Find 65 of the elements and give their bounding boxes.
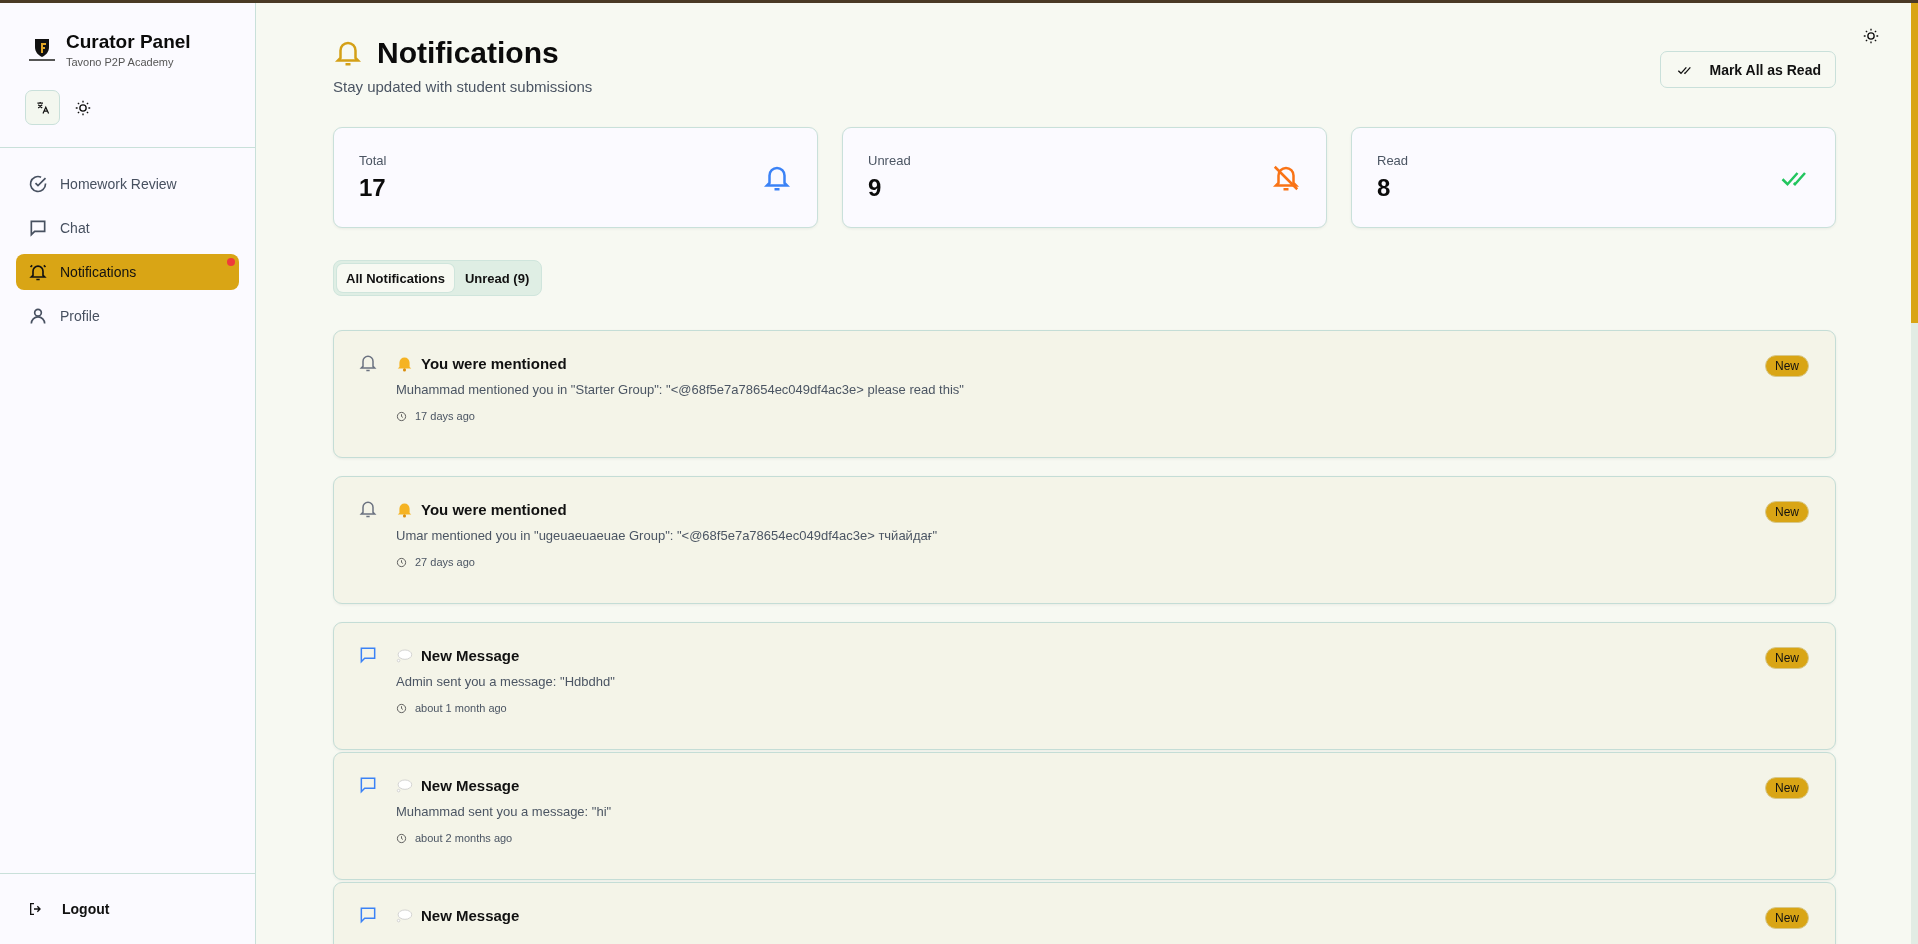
check-circle-icon xyxy=(28,174,48,194)
scrollbar-thumb[interactable] xyxy=(1911,3,1918,323)
chat-icon xyxy=(358,645,378,665)
clock-icon xyxy=(396,832,407,844)
page-title: Notifications xyxy=(377,36,559,70)
notification-title: You were mentioned xyxy=(421,355,567,372)
page-subtitle: Stay updated with student submissions xyxy=(333,78,593,95)
clock-icon xyxy=(396,702,407,714)
bell-icon xyxy=(358,499,378,519)
notification-title: New Message xyxy=(421,647,520,664)
notification-card[interactable]: New Message Admin sent you a message: "Hdbdhd" about 1 month ago New xyxy=(333,622,1836,750)
notification-card[interactable]: New Message Muhammad sent you a message: "hi" about 2 months ago New xyxy=(333,752,1836,880)
thought-bubble-icon xyxy=(396,647,413,664)
chat-icon xyxy=(358,775,378,795)
filter-tab[interactable]: All Notifications xyxy=(337,264,454,292)
timestamp: about 2 months ago xyxy=(415,832,513,844)
nav-item[interactable]: Profile xyxy=(16,298,239,334)
new-badge: New xyxy=(1765,907,1809,929)
notification-text: Muhammad mentioned you in "Starter Group": "<@68f5e7a78654ec049df4ac3e> please read this" xyxy=(396,382,965,397)
stat-value: 9 xyxy=(868,174,883,202)
notification-text: Muhammad sent you a message: "hi" xyxy=(396,804,613,819)
panel-title: Curator Panel xyxy=(66,31,191,53)
stat-value: 17 xyxy=(359,174,387,202)
bell-icon xyxy=(396,501,413,518)
new-badge: New xyxy=(1765,647,1809,669)
bell-icon xyxy=(396,355,413,372)
timestamp: 27 days ago xyxy=(415,556,475,568)
sun-icon[interactable] xyxy=(74,98,92,117)
nav-item[interactable]: Chat xyxy=(16,210,239,246)
notification-card[interactable]: You were mentioned Muhammad mentioned you in "Starter Group": "<@68f5e7a78654ec049df4ac3e> please read this" 17 days ago New xyxy=(333,330,1836,458)
nav-item[interactable]: Notifications xyxy=(16,254,239,290)
translate-button[interactable] xyxy=(25,90,60,125)
sun-icon[interactable] xyxy=(1862,27,1880,45)
mark-all-read-button[interactable]: Mark All as Read xyxy=(1660,51,1836,88)
nav-item[interactable]: Homework Review xyxy=(16,166,239,202)
notification-title: New Message xyxy=(421,907,520,924)
panel-subtitle: Tavono P2P Academy xyxy=(66,56,175,68)
translate-icon xyxy=(34,99,51,116)
notification-title: New Message xyxy=(421,777,520,794)
logout-button[interactable]: Logout xyxy=(0,874,255,944)
timestamp: 17 days ago xyxy=(415,410,475,422)
notification-text: Admin sent you a message: "Hdbdhd" xyxy=(396,674,616,689)
stat-label: Total xyxy=(359,153,387,168)
stat-value: 8 xyxy=(1377,174,1392,202)
notification-title: You were mentioned xyxy=(421,501,567,518)
filter-tab[interactable]: Unread (9) xyxy=(455,264,539,292)
clock-icon xyxy=(396,410,407,422)
timestamp: about 1 month ago xyxy=(415,702,507,714)
chat-icon xyxy=(28,218,48,238)
chat-icon xyxy=(358,905,378,925)
stat-label: Read xyxy=(1377,153,1409,168)
logo-icon xyxy=(28,36,56,63)
new-badge: New xyxy=(1765,501,1809,523)
thought-bubble-icon xyxy=(396,907,413,924)
new-badge: New xyxy=(1765,355,1809,377)
clock-icon xyxy=(396,556,407,568)
stat-label: Unread xyxy=(868,153,911,168)
person-icon xyxy=(28,306,48,326)
bell-icon xyxy=(28,262,48,282)
notification-card[interactable]: New Message New xyxy=(333,882,1836,944)
notification-card[interactable]: You were mentioned Umar mentioned you in "ugeuaeuaeuae Group": "<@68f5e7a78654ec049df4ac3e> тчйайдағ" 27 days ago New xyxy=(333,476,1836,604)
notification-text: Umar mentioned you in "ugeuaeuaeuae Group": "<@68f5e7a78654ec049df4ac3e> тчйайдағ" xyxy=(396,528,939,543)
thought-bubble-icon xyxy=(396,777,413,794)
bell-icon xyxy=(358,353,378,373)
new-badge: New xyxy=(1765,777,1809,799)
